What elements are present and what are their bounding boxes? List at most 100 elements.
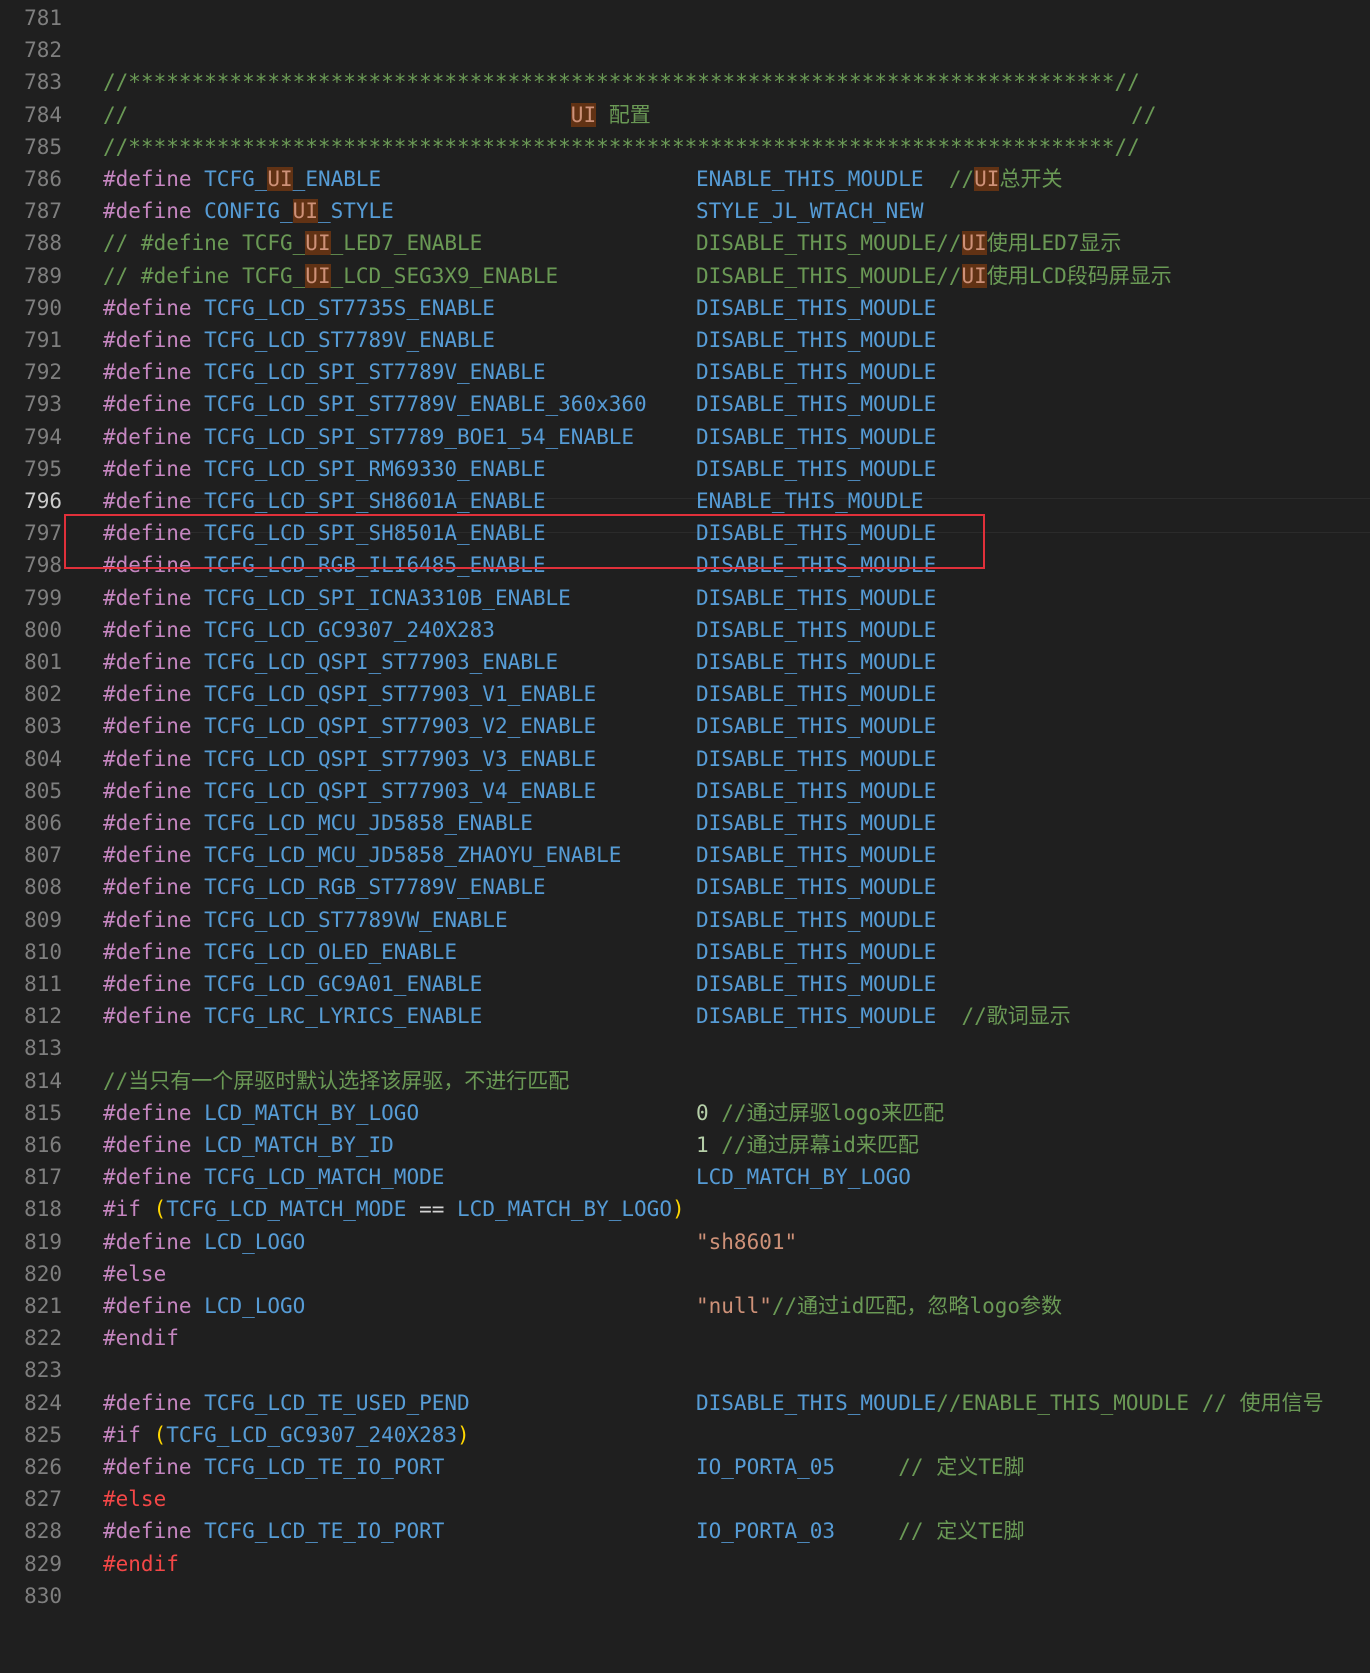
code-line[interactable]: 803 #define TCFG_LCD_QSPI_ST77903_V2_ENAB… xyxy=(0,710,1370,743)
code-line[interactable]: 807 #define TCFG_LCD_MCU_JD5858_ZHAOYU_EN… xyxy=(0,839,1370,872)
code-text[interactable]: #define TCFG_LCD_ST7789V_ENABLE xyxy=(103,324,495,357)
define-value[interactable]: "sh8601" xyxy=(696,1226,797,1259)
code-text[interactable]: #define TCFG_LCD_SPI_ICNA3310B_ENABLE xyxy=(103,582,571,615)
code-line[interactable]: 814 //当只有一个屏驱时默认选择该屏驱，不进行匹配 xyxy=(0,1065,1370,1098)
code-line[interactable]: 799 #define TCFG_LCD_SPI_ICNA3310B_ENABLE… xyxy=(0,582,1370,615)
define-value[interactable]: DISABLE_THIS_MOUDLE xyxy=(696,324,936,357)
code-text[interactable]: #define TCFG_LCD_SPI_SH8501A_ENABLE xyxy=(103,517,546,550)
define-value[interactable]: DISABLE_THIS_MOUDLE xyxy=(696,292,936,325)
define-value[interactable]: DISABLE_THIS_MOUDLE//UI使用LED7显示 xyxy=(696,227,1121,260)
define-value[interactable]: DISABLE_THIS_MOUDLE xyxy=(696,421,936,454)
code-line[interactable]: 812 #define TCFG_LRC_LYRICS_ENABLE DISABLE… xyxy=(0,1000,1370,1033)
code-line[interactable]: 830 xyxy=(0,1580,1370,1613)
define-value[interactable]: DISABLE_THIS_MOUDLE xyxy=(696,356,936,389)
code-line[interactable]: 821 #define LCD_LOGO "null"//通过id匹配，忽略logo… xyxy=(0,1290,1370,1323)
define-value[interactable]: DISABLE_THIS_MOUDLE//UI使用LCD段码屏显示 xyxy=(696,260,1172,293)
define-value[interactable]: DISABLE_THIS_MOUDLE xyxy=(696,743,936,776)
define-value[interactable]: DISABLE_THIS_MOUDLE //歌词显示 xyxy=(696,1000,1071,1033)
code-line[interactable]: 809 #define TCFG_LCD_ST7789VW_ENABLE DISAB… xyxy=(0,904,1370,937)
code-text[interactable]: #define TCFG_LCD_TE_IO_PORT xyxy=(103,1451,444,1484)
define-value[interactable]: DISABLE_THIS_MOUDLE xyxy=(696,388,936,421)
code-text[interactable]: #define LCD_MATCH_BY_LOGO xyxy=(103,1097,419,1130)
code-text[interactable]: // UI 配置 // xyxy=(103,99,1156,132)
code-line[interactable]: 828 #define TCFG_LCD_TE_IO_PORT IO_PORTA_0… xyxy=(0,1515,1370,1548)
code-text[interactable]: //**************************************… xyxy=(103,131,1140,164)
define-value[interactable]: DISABLE_THIS_MOUDLE xyxy=(696,710,936,743)
code-line[interactable]: 797 #define TCFG_LCD_SPI_SH8501A_ENABLE DI… xyxy=(0,517,1370,550)
code-line[interactable]: 781 xyxy=(0,2,1370,35)
code-text[interactable]: #define LCD_LOGO xyxy=(103,1226,305,1259)
code-text[interactable]: #define LCD_LOGO xyxy=(103,1290,305,1323)
code-line[interactable]: 824 #define TCFG_LCD_TE_USED_PEND DISABLE_… xyxy=(0,1387,1370,1420)
code-text[interactable]: #define TCFG_LCD_TE_USED_PEND xyxy=(103,1387,470,1420)
code-text[interactable]: #define TCFG_LCD_QSPI_ST77903_ENABLE xyxy=(103,646,558,679)
code-text[interactable]: #endif xyxy=(103,1322,179,1355)
code-line[interactable]: 823 xyxy=(0,1354,1370,1387)
code-text[interactable]: #define TCFG_LCD_RGB_ILI6485_ENABLE xyxy=(103,549,546,582)
code-line[interactable]: 804 #define TCFG_LCD_QSPI_ST77903_V3_ENAB… xyxy=(0,743,1370,776)
code-text[interactable]: #define TCFG_LCD_ST7735S_ENABLE xyxy=(103,292,495,325)
code-text[interactable]: #define TCFG_LCD_SPI_SH8601A_ENABLE xyxy=(103,485,546,518)
define-value[interactable]: STYLE_JL_WTACH_NEW xyxy=(696,195,924,228)
code-line[interactable]: 786 #define TCFG_UI_ENABLE ENABLE_THIS_MOU… xyxy=(0,163,1370,196)
code-text[interactable]: #define TCFG_LCD_OLED_ENABLE xyxy=(103,936,457,969)
code-line[interactable]: 813 xyxy=(0,1032,1370,1065)
define-value[interactable]: DISABLE_THIS_MOUDLE xyxy=(696,871,936,904)
code-text[interactable]: #define TCFG_LCD_SPI_ST7789V_ENABLE_360x… xyxy=(103,388,647,421)
code-text[interactable]: #define TCFG_LCD_QSPI_ST77903_V3_ENABLE xyxy=(103,743,596,776)
code-line[interactable]: 794 #define TCFG_LCD_SPI_ST7789_BOE1_54_E… xyxy=(0,421,1370,454)
define-value[interactable]: IO_PORTA_05 // 定义TE脚 xyxy=(696,1451,1025,1484)
code-text[interactable]: #define TCFG_LCD_SPI_RM69330_ENABLE xyxy=(103,453,546,486)
define-value[interactable]: ENABLE_THIS_MOUDLE xyxy=(696,485,924,518)
code-line[interactable]: 805 #define TCFG_LCD_QSPI_ST77903_V4_ENAB… xyxy=(0,775,1370,808)
code-line[interactable]: 825 #if (TCFG_LCD_GC9307_240X283) xyxy=(0,1419,1370,1452)
code-line[interactable]: 783 //***********************************… xyxy=(0,66,1370,99)
define-value[interactable]: IO_PORTA_03 // 定义TE脚 xyxy=(696,1515,1025,1548)
code-text[interactable]: #define TCFG_LCD_SPI_ST7789V_ENABLE xyxy=(103,356,546,389)
code-text[interactable]: #define TCFG_LCD_TE_IO_PORT xyxy=(103,1515,444,1548)
code-line[interactable]: 819 #define LCD_LOGO "sh8601" xyxy=(0,1226,1370,1259)
code-text[interactable]: #else xyxy=(103,1258,166,1291)
code-line[interactable]: 827 #else xyxy=(0,1483,1370,1516)
code-text[interactable]: #define TCFG_LCD_GC9307_240X283 xyxy=(103,614,495,647)
define-value[interactable]: ENABLE_THIS_MOUDLE //UI总开关 xyxy=(696,163,1062,196)
code-line[interactable]: 785 //***********************************… xyxy=(0,131,1370,164)
define-value[interactable]: 0 //通过屏驱logo来匹配 xyxy=(696,1097,944,1130)
code-line[interactable]: 820 #else xyxy=(0,1258,1370,1291)
define-value[interactable]: DISABLE_THIS_MOUDLE xyxy=(696,453,936,486)
code-line[interactable]: 792 #define TCFG_LCD_SPI_ST7789V_ENABLE DI… xyxy=(0,356,1370,389)
code-line[interactable]: 816 #define LCD_MATCH_BY_ID 1 //通过屏幕id来匹配 xyxy=(0,1129,1370,1162)
code-line[interactable]: 793 #define TCFG_LCD_SPI_ST7789V_ENABLE_3… xyxy=(0,388,1370,421)
code-text[interactable]: #define TCFG_LCD_MCU_JD5858_ENABLE xyxy=(103,807,533,840)
code-text[interactable]: //**************************************… xyxy=(103,66,1140,99)
code-text[interactable]: #define TCFG_LCD_MCU_JD5858_ZHAOYU_ENABL… xyxy=(103,839,621,872)
code-text[interactable]: #if (TCFG_LCD_MATCH_MODE == LCD_MATCH_BY… xyxy=(103,1193,685,1226)
define-value[interactable]: "null"//通过id匹配，忽略logo参数 xyxy=(696,1290,1062,1323)
code-line[interactable]: 801 #define TCFG_LCD_QSPI_ST77903_ENABLE D… xyxy=(0,646,1370,679)
code-text[interactable]: #define TCFG_LCD_QSPI_ST77903_V2_ENABLE xyxy=(103,710,596,743)
code-line[interactable]: 806 #define TCFG_LCD_MCU_JD5858_ENABLE DIS… xyxy=(0,807,1370,840)
code-text[interactable]: #define TCFG_LCD_QSPI_ST77903_V4_ENABLE xyxy=(103,775,596,808)
define-value[interactable]: DISABLE_THIS_MOUDLE xyxy=(696,904,936,937)
define-value[interactable]: DISABLE_THIS_MOUDLE xyxy=(696,839,936,872)
code-line[interactable]: 788// #define TCFG_UI_LED7_ENABLE DISABLE… xyxy=(0,227,1370,260)
code-text[interactable]: #define TCFG_LCD_MATCH_MODE xyxy=(103,1161,444,1194)
code-line[interactable]: 811 #define TCFG_LCD_GC9A01_ENABLE DISABLE… xyxy=(0,968,1370,1001)
code-text[interactable]: #define TCFG_LRC_LYRICS_ENABLE xyxy=(103,1000,482,1033)
code-line[interactable]: 818 #if (TCFG_LCD_MATCH_MODE == LCD_MATCH… xyxy=(0,1193,1370,1226)
code-line[interactable]: 802 #define TCFG_LCD_QSPI_ST77903_V1_ENAB… xyxy=(0,678,1370,711)
code-text[interactable]: #define TCFG_LCD_QSPI_ST77903_V1_ENABLE xyxy=(103,678,596,711)
code-line[interactable]: 800 #define TCFG_LCD_GC9307_240X283 DISABL… xyxy=(0,614,1370,647)
code-text[interactable]: #define TCFG_UI_ENABLE xyxy=(103,163,381,196)
code-text[interactable]: #if (TCFG_LCD_GC9307_240X283) xyxy=(103,1419,470,1452)
code-line[interactable]: 787 #define CONFIG_UI_STYLE STYLE_JL_WTACH… xyxy=(0,195,1370,228)
code-line[interactable]: 829 #endif xyxy=(0,1548,1370,1581)
code-line[interactable]: 784 // UI 配置 // xyxy=(0,99,1370,132)
code-text[interactable]: #define TCFG_LCD_ST7789VW_ENABLE xyxy=(103,904,508,937)
define-value[interactable]: DISABLE_THIS_MOUDLE xyxy=(696,582,936,615)
define-value[interactable]: DISABLE_THIS_MOUDLE xyxy=(696,614,936,647)
code-text[interactable]: // #define TCFG_UI_LCD_SEG3X9_ENABLE xyxy=(103,260,558,293)
define-value[interactable]: DISABLE_THIS_MOUDLE//ENABLE_THIS_MOUDLE … xyxy=(696,1387,1324,1420)
define-value[interactable]: 1 //通过屏幕id来匹配 xyxy=(696,1129,919,1162)
define-value[interactable]: DISABLE_THIS_MOUDLE xyxy=(696,775,936,808)
